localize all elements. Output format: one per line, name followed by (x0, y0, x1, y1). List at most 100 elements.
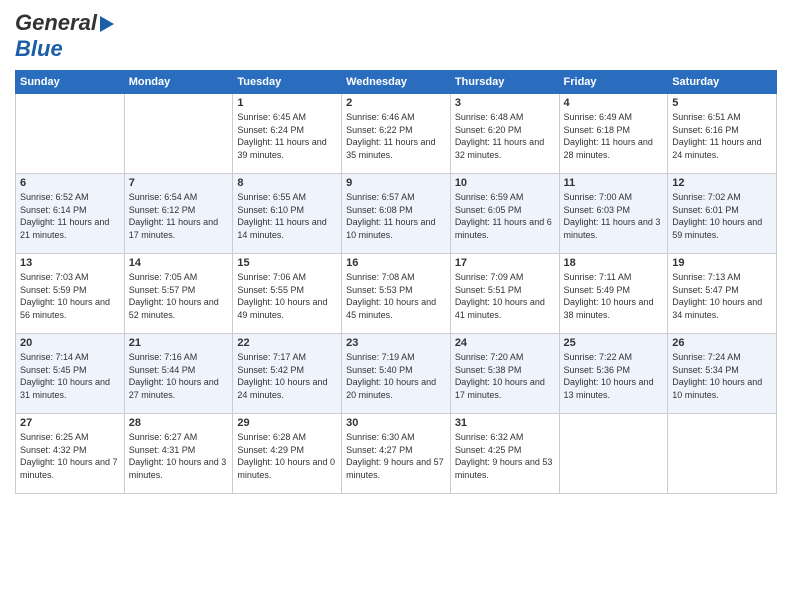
day-number: 19 (672, 257, 772, 269)
day-cell: 25Sunrise: 7:22 AMSunset: 5:36 PMDayligh… (559, 334, 668, 414)
day-number: 11 (564, 177, 664, 189)
day-content: Sunrise: 7:14 AMSunset: 5:45 PMDaylight:… (20, 352, 110, 400)
logo-general: General (15, 10, 97, 36)
logo: General Blue (15, 10, 114, 62)
day-content: Sunrise: 7:02 AMSunset: 6:01 PMDaylight:… (672, 192, 762, 240)
day-cell: 2Sunrise: 6:46 AMSunset: 6:22 PMDaylight… (342, 94, 451, 174)
day-cell: 12 Sunrise: 7:02 AMSunset: 6:01 PMDayligh… (668, 174, 777, 254)
day-content: Sunrise: 6:48 AMSunset: 6:20 PMDaylight:… (455, 112, 544, 160)
day-cell: 9 Sunrise: 6:57 AMSunset: 6:08 PMDaylight… (342, 174, 451, 254)
day-number: 27 (20, 417, 120, 429)
day-number: 22 (237, 337, 337, 349)
day-content: Sunrise: 7:05 AMSunset: 5:57 PMDaylight:… (129, 272, 219, 320)
day-content: Sunrise: 6:25 AMSunset: 4:32 PMDaylight:… (20, 432, 118, 480)
day-cell: 28Sunrise: 6:27 AMSunset: 4:31 PMDayligh… (124, 414, 233, 494)
day-cell: 4 Sunrise: 6:49 AMSunset: 6:18 PMDaylight… (559, 94, 668, 174)
day-cell: 7 Sunrise: 6:54 AMSunset: 6:12 PMDaylight… (124, 174, 233, 254)
day-content: Sunrise: 6:54 AMSunset: 6:12 PMDaylight:… (129, 192, 218, 240)
day-number: 4 (564, 97, 664, 109)
day-cell (559, 414, 668, 494)
day-number: 18 (564, 257, 664, 269)
day-content: Sunrise: 7:11 AMSunset: 5:49 PMDaylight:… (564, 272, 654, 320)
day-number: 8 (237, 177, 337, 189)
calendar-table: SundayMondayTuesdayWednesdayThursdayFrid… (15, 70, 777, 494)
day-number: 1 (237, 97, 337, 109)
day-cell (668, 414, 777, 494)
day-number: 17 (455, 257, 555, 269)
day-cell: 10 Sunrise: 6:59 AMSunset: 6:05 PMDayligh… (450, 174, 559, 254)
day-content: Sunrise: 6:46 AMSunset: 6:22 PMDaylight:… (346, 112, 435, 160)
day-cell: 30Sunrise: 6:30 AMSunset: 4:27 PMDayligh… (342, 414, 451, 494)
day-number: 6 (20, 177, 120, 189)
day-content: Sunrise: 6:59 AMSunset: 6:05 PMDaylight:… (455, 192, 552, 240)
day-content: Sunrise: 7:16 AMSunset: 5:44 PMDaylight:… (129, 352, 219, 400)
day-number: 31 (455, 417, 555, 429)
header-cell-monday: Monday (124, 71, 233, 94)
day-content: Sunrise: 6:27 AMSunset: 4:31 PMDaylight:… (129, 432, 227, 480)
day-number: 21 (129, 337, 229, 349)
day-content: Sunrise: 7:17 AMSunset: 5:42 PMDaylight:… (237, 352, 327, 400)
day-cell (124, 94, 233, 174)
day-content: Sunrise: 7:22 AMSunset: 5:36 PMDaylight:… (564, 352, 654, 400)
week-row-5: 27 Sunrise: 6:25 AMSunset: 4:32 PMDayligh… (16, 414, 777, 494)
day-content: Sunrise: 6:52 AMSunset: 6:14 PMDaylight:… (20, 192, 109, 240)
day-cell: 6 Sunrise: 6:52 AMSunset: 6:14 PMDaylight… (16, 174, 125, 254)
day-number: 14 (129, 257, 229, 269)
day-cell: 14 Sunrise: 7:05 AMSunset: 5:57 PMDayligh… (124, 254, 233, 334)
logo-arrow-icon (100, 16, 114, 32)
day-content: Sunrise: 7:19 AMSunset: 5:40 PMDaylight:… (346, 352, 436, 400)
day-cell: 20 Sunrise: 7:14 AMSunset: 5:45 PMDayligh… (16, 334, 125, 414)
day-number: 7 (129, 177, 229, 189)
day-content: Sunrise: 6:57 AMSunset: 6:08 PMDaylight:… (346, 192, 435, 240)
header-row: SundayMondayTuesdayWednesdayThursdayFrid… (16, 71, 777, 94)
header-cell-wednesday: Wednesday (342, 71, 451, 94)
day-content: Sunrise: 6:51 AMSunset: 6:16 PMDaylight:… (672, 112, 761, 160)
logo-blue: Blue (15, 36, 63, 61)
day-cell: 27 Sunrise: 6:25 AMSunset: 4:32 PMDayligh… (16, 414, 125, 494)
day-cell: 18 Sunrise: 7:11 AMSunset: 5:49 PMDayligh… (559, 254, 668, 334)
day-number: 3 (455, 97, 555, 109)
day-content: Sunrise: 7:13 AMSunset: 5:47 PMDaylight:… (672, 272, 762, 320)
week-row-4: 20 Sunrise: 7:14 AMSunset: 5:45 PMDayligh… (16, 334, 777, 414)
day-content: Sunrise: 7:03 AMSunset: 5:59 PMDaylight:… (20, 272, 110, 320)
week-row-1: 1Sunrise: 6:45 AMSunset: 6:24 PMDaylight… (16, 94, 777, 174)
day-cell: 19 Sunrise: 7:13 AMSunset: 5:47 PMDayligh… (668, 254, 777, 334)
day-number: 10 (455, 177, 555, 189)
week-row-2: 6 Sunrise: 6:52 AMSunset: 6:14 PMDaylight… (16, 174, 777, 254)
day-content: Sunrise: 6:49 AMSunset: 6:18 PMDaylight:… (564, 112, 653, 160)
header-cell-thursday: Thursday (450, 71, 559, 94)
day-number: 23 (346, 337, 446, 349)
day-cell (16, 94, 125, 174)
header-cell-saturday: Saturday (668, 71, 777, 94)
day-content: Sunrise: 7:08 AMSunset: 5:53 PMDaylight:… (346, 272, 436, 320)
day-number: 20 (20, 337, 120, 349)
day-number: 15 (237, 257, 337, 269)
day-cell: 5Sunrise: 6:51 AMSunset: 6:16 PMDaylight… (668, 94, 777, 174)
day-cell: 15Sunrise: 7:06 AMSunset: 5:55 PMDayligh… (233, 254, 342, 334)
day-cell: 17 Sunrise: 7:09 AMSunset: 5:51 PMDayligh… (450, 254, 559, 334)
day-cell: 13Sunrise: 7:03 AMSunset: 5:59 PMDayligh… (16, 254, 125, 334)
day-cell: 11 Sunrise: 7:00 AMSunset: 6:03 PMDayligh… (559, 174, 668, 254)
day-content: Sunrise: 6:32 AMSunset: 4:25 PMDaylight:… (455, 432, 553, 480)
day-number: 16 (346, 257, 446, 269)
week-row-3: 13Sunrise: 7:03 AMSunset: 5:59 PMDayligh… (16, 254, 777, 334)
calendar-container: General Blue SundayMondayTuesdayWednesda… (0, 0, 792, 612)
header-cell-sunday: Sunday (16, 71, 125, 94)
header-cell-friday: Friday (559, 71, 668, 94)
day-content: Sunrise: 7:24 AMSunset: 5:34 PMDaylight:… (672, 352, 762, 400)
day-cell: 26Sunrise: 7:24 AMSunset: 5:34 PMDayligh… (668, 334, 777, 414)
day-cell: 24 Sunrise: 7:20 AMSunset: 5:38 PMDayligh… (450, 334, 559, 414)
day-number: 30 (346, 417, 446, 429)
header: General Blue (15, 10, 777, 62)
day-content: Sunrise: 7:00 AMSunset: 6:03 PMDaylight:… (564, 192, 661, 240)
day-content: Sunrise: 6:55 AMSunset: 6:10 PMDaylight:… (237, 192, 326, 240)
day-cell: 1Sunrise: 6:45 AMSunset: 6:24 PMDaylight… (233, 94, 342, 174)
day-cell: 22 Sunrise: 7:17 AMSunset: 5:42 PMDayligh… (233, 334, 342, 414)
day-content: Sunrise: 7:09 AMSunset: 5:51 PMDaylight:… (455, 272, 545, 320)
day-number: 9 (346, 177, 446, 189)
day-cell: 16 Sunrise: 7:08 AMSunset: 5:53 PMDayligh… (342, 254, 451, 334)
day-number: 24 (455, 337, 555, 349)
day-cell: 21 Sunrise: 7:16 AMSunset: 5:44 PMDayligh… (124, 334, 233, 414)
day-content: Sunrise: 7:20 AMSunset: 5:38 PMDaylight:… (455, 352, 545, 400)
day-number: 12 (672, 177, 772, 189)
